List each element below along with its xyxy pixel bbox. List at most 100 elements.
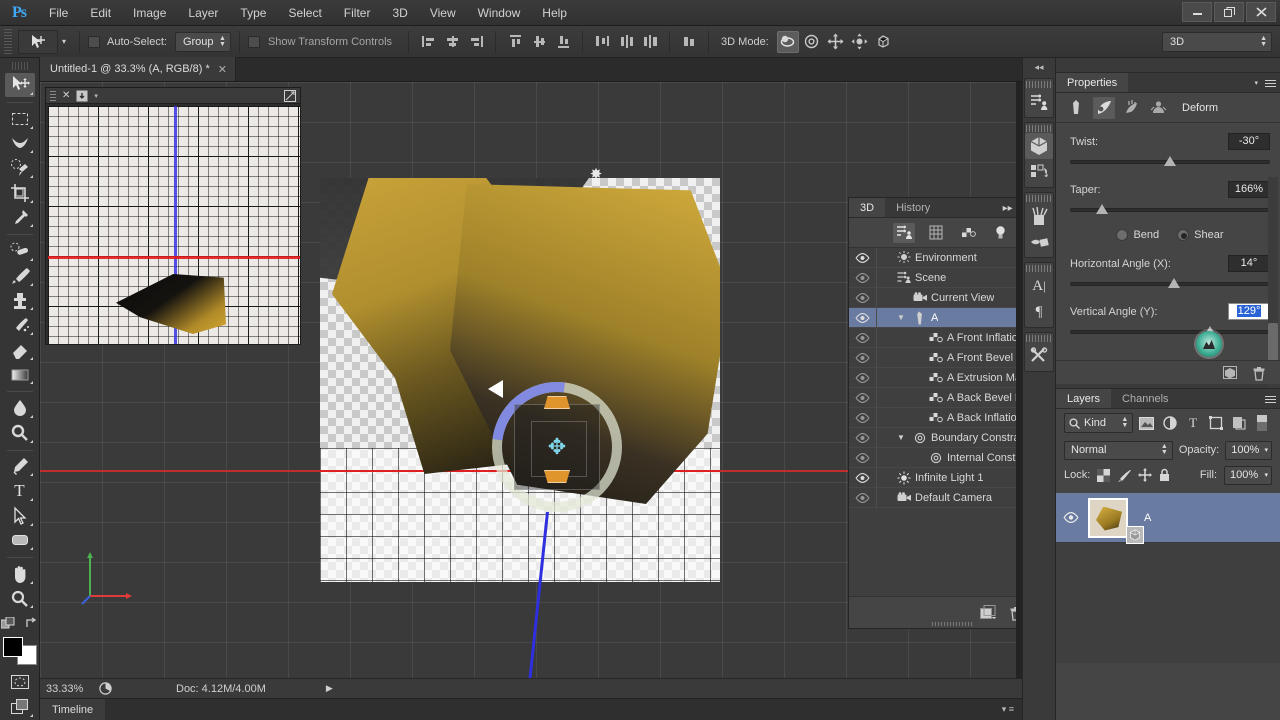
rounded-rectangle-tool[interactable] — [5, 529, 35, 553]
menu-window[interactable]: Window — [467, 0, 532, 26]
3d-panel-icon[interactable] — [1025, 133, 1053, 159]
spot-healing-brush-tool[interactable] — [5, 239, 35, 263]
scene-tree-row[interactable]: Scene — [849, 267, 1016, 288]
scene-tree-row[interactable]: Internal Constraint 2 — [849, 447, 1016, 468]
menu-select[interactable]: Select — [277, 0, 332, 26]
lock-image-pixels-icon[interactable] — [1117, 469, 1132, 482]
coordinates-properties-icon[interactable] — [1147, 97, 1169, 119]
scene-tree-row[interactable]: A Back Inflation Material — [849, 407, 1016, 428]
close-icon[interactable]: ✕ — [218, 63, 227, 76]
visibility-toggle-icon[interactable] — [849, 387, 877, 408]
layer-thumbnail[interactable] — [1088, 497, 1144, 544]
visibility-toggle-icon[interactable] — [849, 467, 877, 488]
tool-preset-chevron-icon[interactable]: ▾ — [60, 37, 71, 46]
layer-visibility-toggle[interactable] — [1056, 493, 1086, 543]
color-swatches[interactable] — [2, 637, 37, 665]
tool-presets-icon[interactable] — [1025, 343, 1053, 369]
visibility-toggle-icon[interactable] — [849, 427, 877, 448]
dock-group-grip[interactable] — [1026, 195, 1052, 202]
taper-value[interactable]: 166% — [1228, 181, 1270, 198]
scene-tree-row[interactable]: A Extrusion Material — [849, 367, 1016, 388]
pen-tool[interactable] — [5, 454, 35, 478]
options-bar-grip[interactable] — [4, 28, 12, 55]
scene-tree-row[interactable]: Current View — [849, 287, 1016, 308]
filter-toggle-switch[interactable] — [1253, 413, 1272, 433]
move-tool[interactable] — [4, 73, 35, 98]
light-filter-icon[interactable] — [989, 223, 1011, 243]
secondary-view-titlebar[interactable]: ✕ ▾ — [46, 88, 300, 104]
shape-layers-filter-icon[interactable] — [1207, 413, 1226, 433]
menu-edit[interactable]: Edit — [79, 0, 122, 26]
default-colors-icon[interactable] — [0, 617, 15, 631]
history-brush-tool[interactable] — [5, 313, 35, 337]
scene-tree-row[interactable]: ▼ Boundary Constraint 1 — [849, 427, 1016, 448]
auto-select-checkbox[interactable] — [88, 35, 101, 48]
layer-row[interactable]: A — [1056, 493, 1280, 544]
disclosure-triangle-icon[interactable]: ▼ — [893, 313, 909, 322]
distribute-panel-icon[interactable] — [678, 31, 700, 53]
visibility-toggle-icon[interactable] — [849, 447, 877, 468]
document-canvas[interactable]: ✸ ✥ ✕ ▾ 3D History ▸▸ Environment Scene … — [40, 82, 1016, 678]
mesh-filter-icon[interactable] — [925, 223, 947, 243]
zoom-tool[interactable] — [5, 587, 35, 611]
visibility-toggle-icon[interactable] — [849, 487, 877, 508]
gradient-tool[interactable] — [5, 363, 35, 387]
visibility-toggle-icon[interactable] — [849, 307, 877, 328]
add-new-3d-object-icon[interactable] — [980, 604, 997, 621]
expand-panels-icon[interactable]: ◂◂ — [1022, 60, 1056, 74]
scene-tree-row[interactable]: ▼ A — [849, 307, 1016, 328]
lock-transparent-pixels-icon[interactable] — [1097, 468, 1111, 482]
lock-position-icon[interactable] — [1138, 468, 1153, 482]
restore-button[interactable] — [1214, 2, 1244, 22]
layer-kind-select[interactable]: Kind ▲ ▼ — [1064, 413, 1134, 433]
infinite-light-glyph-icon[interactable]: ✸ — [588, 167, 604, 183]
scene-tree-row[interactable]: Default Camera — [849, 487, 1016, 508]
scene-tree-row[interactable]: Infinite Light 1 — [849, 467, 1016, 488]
align-left-edges-icon[interactable] — [417, 31, 439, 53]
menu-type[interactable]: Type — [229, 0, 277, 26]
tools-panel-grip[interactable] — [11, 62, 28, 71]
dock-group-grip[interactable] — [1026, 81, 1052, 88]
vertical-angle-slider[interactable] — [1070, 325, 1270, 357]
brush-presets-icon[interactable] — [1025, 203, 1053, 229]
secondary-view-grid[interactable] — [48, 106, 300, 344]
menu-3d[interactable]: 3D — [381, 0, 418, 26]
quick-mask-toggle[interactable] — [5, 671, 35, 695]
crop-tool[interactable] — [5, 181, 35, 205]
3d-panel[interactable]: 3D History ▸▸ | ▾ — [848, 197, 1016, 629]
swap-colors-icon[interactable] — [25, 617, 39, 631]
horizontal-type-tool[interactable]: T — [5, 479, 35, 503]
path-selection-tool[interactable] — [5, 504, 35, 528]
tool-preset-picker[interactable] — [18, 29, 58, 54]
slide-3d-icon[interactable] — [849, 31, 871, 53]
menu-help[interactable]: Help — [531, 0, 578, 26]
quick-selection-tool[interactable] — [5, 156, 35, 180]
close-button[interactable] — [1246, 2, 1276, 22]
hand-tool[interactable] — [5, 562, 35, 586]
adjustment-layers-filter-icon[interactable] — [1160, 413, 1179, 433]
roll-3d-icon[interactable] — [801, 31, 823, 53]
menu-view[interactable]: View — [419, 0, 467, 26]
expand-icon[interactable] — [284, 89, 296, 102]
distribute-bottom-icon[interactable] — [639, 31, 661, 53]
3d-artwork[interactable] — [320, 178, 720, 582]
menu-file[interactable]: File — [38, 0, 79, 26]
horizontal-angle-value[interactable]: 14° — [1228, 255, 1270, 272]
rectangular-marquee-tool[interactable] — [5, 107, 35, 131]
properties-icon[interactable] — [1025, 89, 1053, 115]
mesh-properties-icon[interactable] — [1066, 97, 1088, 119]
align-right-edges-icon[interactable] — [465, 31, 487, 53]
scene-tree-row[interactable]: A Back Bevel Material — [849, 387, 1016, 408]
tab-layers[interactable]: Layers — [1056, 389, 1112, 408]
dock-icon[interactable] — [76, 90, 88, 102]
disclosure-triangle-icon[interactable]: ▼ — [893, 433, 909, 442]
new-3d-icon[interactable] — [1222, 365, 1238, 380]
workspace-select[interactable]: 3D ▲ ▼ — [1162, 31, 1272, 52]
menu-layer[interactable]: Layer — [177, 0, 229, 26]
panel-menu-icon[interactable] — [1265, 79, 1276, 87]
move-arrows-icon[interactable]: ✥ — [540, 430, 574, 464]
visibility-toggle-icon[interactable] — [849, 248, 877, 268]
twist-slider[interactable] — [1070, 155, 1270, 169]
layer-name[interactable]: A — [1144, 512, 1151, 524]
cap-properties-icon[interactable] — [1120, 97, 1142, 119]
